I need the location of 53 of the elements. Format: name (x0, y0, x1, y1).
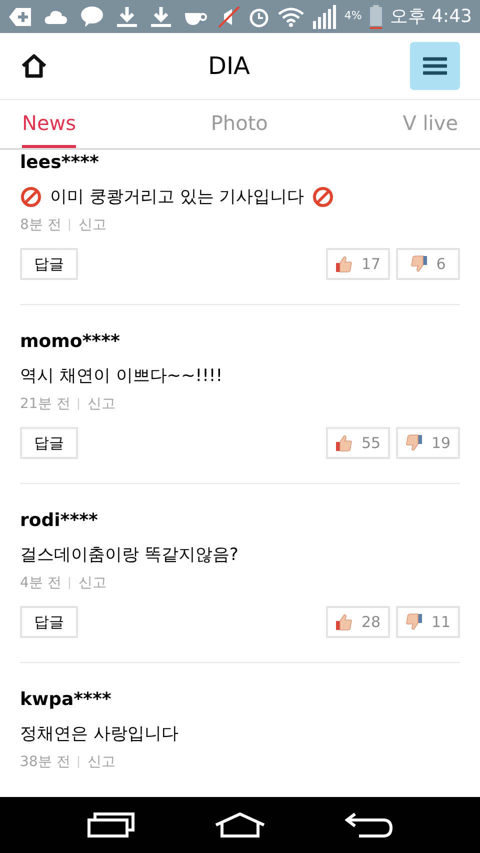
report-link[interactable]: 신고 (87, 751, 116, 773)
report-link[interactable]: 신고 (78, 214, 106, 236)
comment-time: 21분 전 (20, 395, 70, 414)
menu-icon (422, 57, 447, 75)
menu-button[interactable] (410, 42, 460, 90)
reply-button[interactable]: 답글 (20, 248, 78, 280)
thumbs-up-icon (335, 255, 354, 273)
back-icon[interactable] (344, 812, 393, 838)
report-link[interactable]: 신고 (87, 393, 116, 415)
tab[interactable]: News (22, 100, 76, 148)
thumbs-down-icon (410, 255, 428, 273)
reply-button[interactable]: 답글 (20, 606, 78, 638)
recent-apps-icon[interactable] (87, 812, 136, 838)
comment-time: 38분 전 (20, 753, 70, 772)
dislike-button[interactable]: 19 (396, 427, 460, 459)
dislike-button[interactable]: 6 (396, 248, 460, 280)
thumbs-down-icon (405, 613, 424, 631)
plus-tag-icon (8, 6, 32, 26)
comment-text: 걸스데이춤이랑 똑같지않음? (20, 544, 238, 567)
username: rodi**** (20, 509, 99, 533)
cloud-icon (44, 8, 68, 24)
thumbs-up-icon (335, 613, 354, 631)
thumbs-up-icon (335, 434, 354, 452)
like-button[interactable]: 55 (326, 427, 390, 459)
battery-percent: 4% (344, 8, 362, 24)
username: momo**** (20, 330, 121, 354)
header-title: DIA (208, 51, 250, 82)
comment-text: 정채연은 사랑입니다 (20, 723, 178, 746)
signal-icon (312, 4, 336, 28)
muted-speaker-icon (218, 6, 240, 28)
tab[interactable]: V live (402, 100, 458, 148)
prohibited-icon (312, 186, 334, 208)
like-button[interactable]: 17 (326, 248, 390, 280)
clock-time: 오후 4:43 (390, 5, 472, 29)
username: lees**** (20, 151, 100, 175)
like-button[interactable]: 28 (326, 606, 390, 638)
thumbs-down-icon (405, 434, 424, 452)
comment-time: 8분 전 (20, 216, 62, 235)
battery-icon (370, 4, 382, 28)
wifi-icon (278, 6, 304, 26)
report-link[interactable]: 신고 (78, 572, 106, 594)
tab[interactable]: Photo (210, 100, 268, 148)
download-icon (116, 6, 138, 28)
comment-text: 역시 채연이 이쁘다~~!!!! (20, 365, 223, 388)
download-icon (150, 6, 172, 28)
home-icon[interactable] (20, 53, 48, 79)
username: kwpa**** (20, 688, 112, 712)
reply-button[interactable]: 답글 (20, 427, 78, 459)
comment-time: 4분 전 (20, 574, 62, 593)
chat-bubble-icon (80, 6, 104, 28)
comment-text: 이미 쿵쾅거리고 있는 기사입니다 (50, 186, 304, 209)
dislike-button[interactable]: 11 (396, 606, 460, 638)
prohibited-icon (20, 186, 42, 208)
